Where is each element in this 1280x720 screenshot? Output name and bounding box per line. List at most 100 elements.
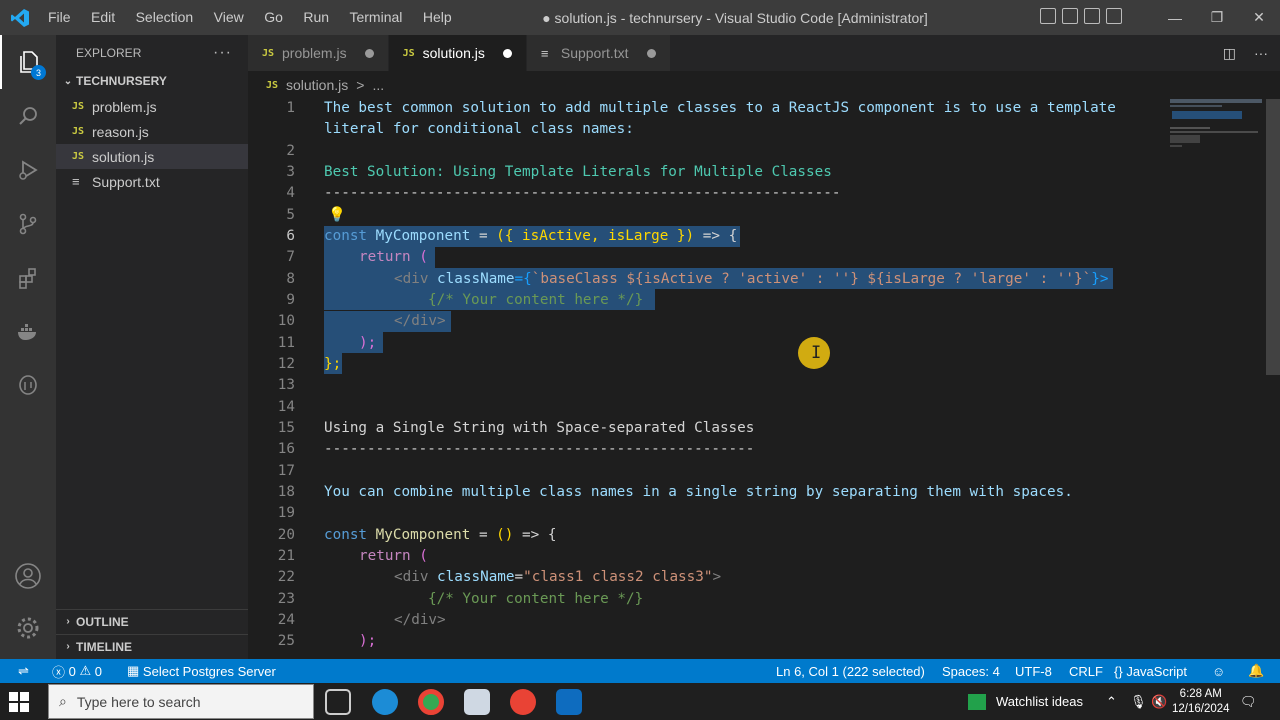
outline-section[interactable]: › OUTLINE: [56, 609, 248, 633]
breadcrumb-more[interactable]: ...: [372, 77, 384, 93]
code-line: 15 Using a Single String with Space-separ…: [248, 417, 1148, 438]
taskbar-search-box[interactable]: ⌕ Type here to search: [48, 684, 314, 719]
explorer-icon[interactable]: 3: [0, 35, 56, 89]
cursor-position[interactable]: Ln 6, Col 1 (222 selected): [776, 659, 925, 683]
file-support-txt[interactable]: ≡ Support.txt: [56, 169, 248, 194]
feedback-icon[interactable]: ☺: [1212, 659, 1225, 683]
javascript-file-icon: JS: [266, 79, 279, 91]
vscode-taskbar-icon[interactable]: [556, 689, 582, 715]
timeline-section[interactable]: › TIMELINE: [56, 634, 248, 658]
notifications-bell-icon[interactable]: 🔔: [1248, 659, 1264, 683]
minimap[interactable]: [1170, 99, 1265, 159]
manage-gear-icon[interactable]: [0, 601, 56, 655]
menu-file[interactable]: File: [40, 9, 79, 25]
code-line: 5 💡: [248, 204, 1148, 225]
tab-label: problem.js: [282, 45, 347, 61]
breadcrumb-file[interactable]: solution.js: [286, 77, 348, 93]
tab-solution-js[interactable]: JS solution.js: [388, 35, 527, 71]
file-label: solution.js: [92, 148, 155, 165]
run-debug-icon[interactable]: [0, 143, 56, 197]
line-text: const MyComponent = () => {: [324, 526, 557, 543]
line-ending[interactable]: CRLF: [1069, 659, 1103, 683]
search-icon[interactable]: [0, 89, 56, 143]
watchlist-widget[interactable]: Watchlist ideas: [968, 683, 1083, 720]
volume-muted-icon[interactable]: 🔇: [1151, 683, 1167, 720]
language-mode[interactable]: {} JavaScript: [1114, 659, 1187, 683]
remote-icon[interactable]: ⇌: [18, 659, 29, 683]
code-line: 24 </div>: [248, 609, 1148, 630]
customize-layout-icon[interactable]: [1106, 8, 1122, 24]
line-number: 9: [286, 291, 295, 308]
lightbulb-icon[interactable]: 💡: [328, 207, 346, 223]
menu-selection[interactable]: Selection: [128, 9, 202, 25]
problems-indicator[interactable]: ⓧ 0 ⚠ 0: [52, 659, 102, 683]
line-text: The best common solution to add multiple…: [324, 99, 1116, 116]
file-reason-js[interactable]: JS reason.js: [56, 119, 248, 144]
line-number: 25: [277, 632, 295, 649]
javascript-file-icon: JS: [402, 47, 415, 59]
encoding[interactable]: UTF-8: [1015, 659, 1052, 683]
line-text: ----------------------------------------…: [324, 440, 755, 457]
file-label: Support.txt: [92, 173, 160, 190]
menu-view[interactable]: View: [206, 9, 252, 25]
unsaved-dot-icon[interactable]: [646, 48, 656, 58]
code-line: 23 {/* Your content here */}: [248, 588, 1148, 609]
source-control-icon[interactable]: [0, 197, 56, 251]
scrollbar-thumb[interactable]: [1266, 99, 1280, 375]
mouse-cursor-highlight: I: [798, 337, 830, 369]
folder-technursery[interactable]: ⌄ TECHNURSERY: [56, 70, 248, 92]
show-hidden-icons-icon[interactable]: ⌃: [1106, 683, 1117, 720]
line-text: ----------------------------------------…: [324, 184, 841, 201]
toggle-secondary-sidebar-icon[interactable]: [1084, 8, 1100, 24]
file-solution-js[interactable]: JS solution.js: [56, 144, 248, 169]
line-number: 17: [277, 462, 295, 479]
more-actions-icon[interactable]: ···: [1254, 45, 1268, 62]
line-number: 22: [277, 568, 295, 585]
file-problem-js[interactable]: JS problem.js: [56, 94, 248, 119]
vertical-scrollbar[interactable]: [1266, 99, 1280, 659]
line-text: <div className={`baseClass ${isActive ? …: [394, 270, 1109, 287]
status-bar: ⇌ ⓧ 0 ⚠ 0 ▦ Select Postgres Server Ln 6,…: [0, 659, 1280, 683]
accounts-icon[interactable]: [0, 549, 56, 603]
chevron-right-icon: ›: [66, 641, 70, 652]
more-actions-icon[interactable]: ···: [213, 44, 232, 62]
menu-help[interactable]: Help: [415, 9, 460, 25]
explorer-badge: 3: [31, 65, 46, 80]
close-icon[interactable]: ✕: [1238, 0, 1280, 35]
line-number: 23: [277, 590, 295, 607]
menu-go[interactable]: Go: [256, 9, 291, 25]
indentation[interactable]: Spaces: 4: [942, 659, 1000, 683]
windows-start-icon[interactable]: [8, 691, 30, 713]
notepad-app-icon[interactable]: [464, 689, 490, 715]
text-file-icon: ≡: [540, 45, 549, 61]
tab-problem-js[interactable]: JS problem.js: [248, 35, 389, 71]
action-center-icon[interactable]: 🗨: [1240, 683, 1257, 720]
toggle-panel-icon[interactable]: [1062, 8, 1078, 24]
split-editor-icon[interactable]: ◫: [1223, 45, 1236, 62]
unsaved-dot-icon[interactable]: [364, 48, 374, 58]
menu-edit[interactable]: Edit: [83, 9, 123, 25]
menu-run[interactable]: Run: [295, 9, 337, 25]
line-text: literal for conditional class names:: [324, 120, 634, 137]
unsaved-dot-icon[interactable]: [502, 48, 512, 58]
chrome-profile-icon[interactable]: [510, 689, 536, 715]
maximize-icon[interactable]: ❐: [1196, 0, 1238, 35]
chrome-browser-icon[interactable]: [418, 689, 444, 715]
postgres-server-selector[interactable]: ▦ Select Postgres Server: [127, 659, 276, 683]
toggle-primary-sidebar-icon[interactable]: [1040, 8, 1056, 24]
docker-icon[interactable]: [0, 305, 56, 359]
line-text: return (: [359, 547, 428, 564]
tab-support-txt[interactable]: ≡ Support.txt: [526, 35, 671, 71]
edge-browser-icon[interactable]: [372, 689, 398, 715]
explorer-sidebar: EXPLORER ··· ⌄ TECHNURSERY JS problem.js…: [56, 35, 248, 659]
clock[interactable]: 6:28 AM 12/16/2024: [1172, 683, 1230, 720]
task-view-icon[interactable]: [325, 689, 351, 715]
code-line: 21 return (: [248, 545, 1148, 566]
microphone-icon[interactable]: 🎙: [1130, 683, 1147, 720]
postgres-icon[interactable]: [0, 359, 56, 413]
line-number: 20: [277, 526, 295, 543]
code-editor[interactable]: 1 The best common solution to add multipl…: [248, 99, 1280, 659]
minimize-icon[interactable]: —: [1154, 0, 1196, 35]
extensions-icon[interactable]: [0, 251, 56, 305]
menu-terminal[interactable]: Terminal: [341, 9, 410, 25]
